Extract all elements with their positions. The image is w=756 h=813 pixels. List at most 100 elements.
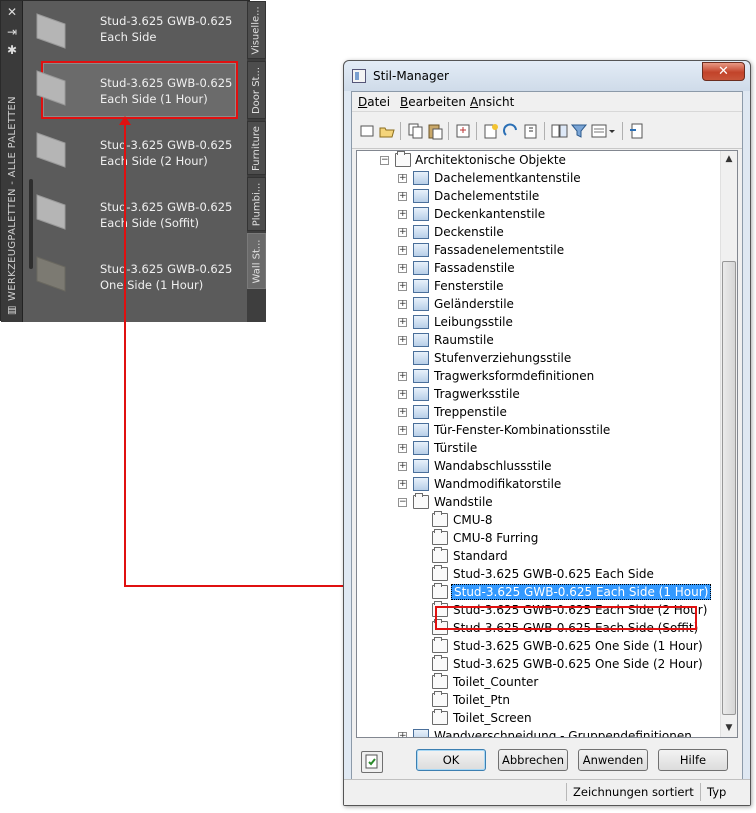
expand-icon[interactable]: + (398, 444, 407, 453)
palette-menu-icon[interactable]: ▤ (5, 304, 19, 318)
expand-icon[interactable]: + (398, 282, 407, 291)
expand-icon[interactable]: + (398, 210, 407, 219)
apply-button[interactable]: Anwenden (578, 749, 648, 771)
properties-icon[interactable]: ✱ (5, 43, 19, 57)
style-folder-icon (432, 637, 448, 653)
collapse-icon[interactable]: − (380, 156, 389, 165)
purge-icon[interactable] (454, 122, 472, 140)
title-bar[interactable]: Stil-Manager ✕ (344, 61, 750, 91)
compare-icon[interactable] (550, 122, 568, 140)
expand-icon[interactable]: + (398, 480, 407, 489)
set-from-icon[interactable] (502, 122, 520, 140)
expand-icon[interactable]: + (398, 408, 407, 417)
space-icon (413, 333, 429, 347)
toggle-view-icon[interactable] (628, 122, 646, 140)
opening-icon (413, 315, 429, 329)
expand-icon[interactable]: + (398, 426, 407, 435)
expand-icon[interactable]: + (398, 732, 407, 737)
style-tree[interactable]: − Architektonische Objekte + Dachelementk… (356, 150, 738, 738)
copy-icon[interactable] (406, 122, 424, 140)
help-button[interactable]: Hilfe (658, 749, 728, 771)
edit-style-icon[interactable] (522, 122, 540, 140)
paste-icon[interactable] (426, 122, 444, 140)
close-icon[interactable]: ✕ (5, 5, 19, 19)
expand-icon[interactable]: + (398, 192, 407, 201)
style-help-icon[interactable] (361, 751, 383, 773)
style-folder-icon (432, 673, 448, 689)
expand-icon[interactable]: + (398, 336, 407, 345)
ok-button[interactable]: OK (416, 749, 486, 771)
toolbar-separator (544, 122, 545, 140)
palette-tabs: Visuelle... Door St... Furniture Plumbi.… (247, 1, 266, 322)
scroll-up-icon[interactable]: ▲ (721, 151, 737, 168)
style-folder-icon (432, 691, 448, 707)
toolbar (352, 113, 742, 149)
autohide-icon[interactable]: ⇥ (5, 25, 19, 39)
menu-datei[interactable]: Datei (358, 95, 390, 109)
status-sort: Zeichnungen sortiert (573, 785, 694, 799)
slab-icon (413, 225, 429, 239)
folder-icon (395, 151, 411, 167)
palette-scrollbar[interactable] (29, 179, 33, 269)
folder-icon (413, 493, 429, 509)
menu-bearbeiten[interactable]: Bearbeiten (400, 95, 466, 109)
door-window-assembly-icon (413, 423, 429, 437)
window-title: Stil-Manager (373, 69, 449, 83)
curtain-wall-icon (413, 261, 429, 275)
new-style-icon[interactable] (482, 122, 500, 140)
stair-winder-icon (413, 351, 429, 365)
style-folder-icon (432, 565, 448, 581)
palette-item[interactable]: Stud-3.625 GWB-0.625 Each Side (Soffit) (100, 199, 245, 231)
palette-title: WERKZEUGPALETTEN - ALLE PALETTEN (6, 96, 18, 301)
tree-scrollbar[interactable]: ▲ ▼ (720, 151, 737, 737)
expand-icon[interactable]: + (398, 174, 407, 183)
style-folder-icon (432, 583, 448, 599)
toolbar-separator (448, 122, 449, 140)
expand-icon[interactable]: + (398, 300, 407, 309)
toolbar-separator (400, 122, 401, 140)
stair-icon (413, 405, 429, 419)
door-icon (413, 441, 429, 455)
expand-icon[interactable]: + (398, 390, 407, 399)
expand-icon[interactable]: + (398, 264, 407, 273)
expand-icon[interactable]: + (398, 372, 407, 381)
scroll-down-icon[interactable]: ▼ (721, 720, 737, 737)
toolbar-separator (476, 122, 477, 140)
palette-item[interactable]: Stud-3.625 GWB-0.625 Each Side (2 Hour) (100, 137, 245, 169)
toolbar-separator (622, 122, 623, 140)
palette-item[interactable]: Stud-3.625 GWB-0.625 One Side (1 Hour) (100, 261, 245, 293)
expand-icon[interactable]: + (398, 318, 407, 327)
menu-ansicht[interactable]: Ansicht (470, 95, 514, 109)
wall-style-icon (35, 255, 69, 293)
tab-plumbing[interactable]: Plumbi... (247, 177, 266, 231)
close-button[interactable]: ✕ (702, 62, 745, 81)
tab-wall-styles[interactable]: Wall St... (247, 233, 266, 289)
status-bar: Zeichnungen sortiert Typ (344, 779, 750, 805)
slab-edge-icon (413, 207, 429, 221)
tab-furniture[interactable]: Furniture (247, 121, 266, 175)
filter-icon[interactable] (570, 122, 588, 140)
open-drawing-icon[interactable] (378, 122, 396, 140)
status-type: Typ (707, 785, 727, 799)
tab-visuelle[interactable]: Visuelle... (247, 1, 266, 59)
scroll-thumb[interactable] (722, 261, 736, 715)
collapse-icon[interactable]: − (398, 498, 407, 507)
style-folder-icon (432, 655, 448, 671)
wall-cleanup-group-icon (413, 729, 429, 737)
roof-slab-edge-icon (413, 171, 429, 185)
expand-icon[interactable]: + (398, 246, 407, 255)
view-dropdown-icon[interactable] (590, 122, 618, 140)
tab-door-styles[interactable]: Door St... (247, 61, 266, 119)
expand-icon[interactable]: + (398, 228, 407, 237)
palette-item-selected[interactable]: Stud-3.625 GWB-0.625 Each Side (1 Hour) (100, 75, 245, 107)
status-separator (566, 783, 567, 801)
cancel-button[interactable]: Abbrechen (498, 749, 568, 771)
style-folder-icon (432, 529, 448, 545)
new-drawing-icon[interactable] (358, 122, 376, 140)
wall-style-icon (35, 12, 69, 50)
roof-slab-icon (413, 189, 429, 203)
member-icon (413, 387, 429, 401)
connector-line (124, 118, 126, 587)
palette-item[interactable]: Stud-3.625 GWB-0.625 Each Side (100, 13, 245, 45)
expand-icon[interactable]: + (398, 462, 407, 471)
